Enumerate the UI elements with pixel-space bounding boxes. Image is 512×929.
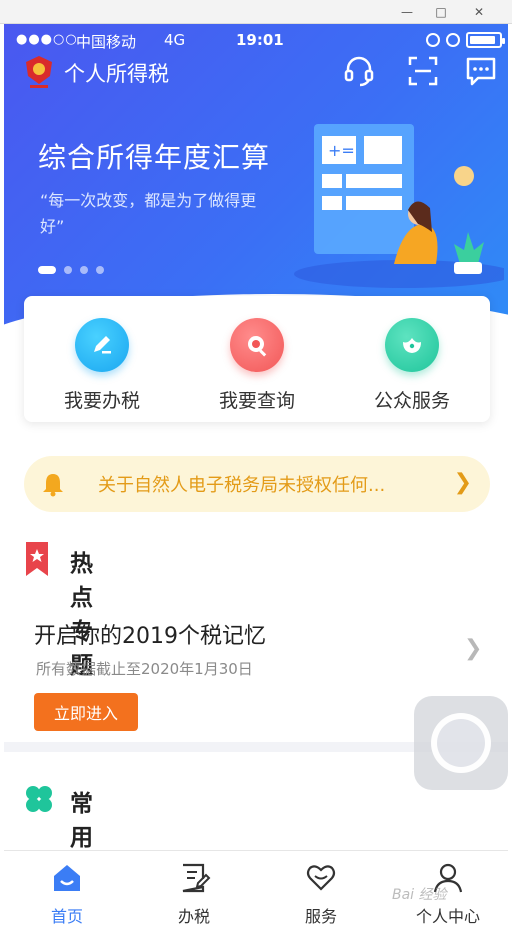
assistive-touch-ring bbox=[431, 713, 491, 773]
chevron-right-icon[interactable]: ❯ bbox=[464, 636, 482, 661]
action-label: 我要查询 bbox=[218, 390, 295, 412]
tab-label: 个人中心 bbox=[415, 907, 480, 926]
carousel-dot[interactable] bbox=[64, 266, 72, 274]
carrier: 中国移动 bbox=[76, 33, 137, 51]
clock: 19:01 bbox=[236, 31, 284, 49]
carousel-dot[interactable] bbox=[38, 266, 56, 274]
message-icon[interactable] bbox=[464, 54, 498, 88]
quick-actions-card: 我要办税 我要查询 公众服务 bbox=[24, 296, 490, 422]
customer-service-icon[interactable] bbox=[342, 54, 376, 88]
assistive-touch-button[interactable] bbox=[414, 696, 508, 790]
battery-fill bbox=[470, 36, 496, 44]
rotation-lock-icon bbox=[426, 33, 440, 47]
service-heart-icon bbox=[306, 865, 336, 891]
bell-icon bbox=[43, 474, 63, 497]
banner-subtitle: “每一次改变，都是为了做得更好” bbox=[40, 191, 257, 236]
maximize-icon[interactable]: □ bbox=[426, 0, 456, 24]
close-icon[interactable]: ✕ bbox=[464, 0, 494, 24]
edit-icon bbox=[75, 318, 129, 372]
home-icon bbox=[54, 865, 80, 891]
ribbon-icon bbox=[26, 542, 48, 576]
status-bar: ●●●○○ 中国移动 4G 19:01 bbox=[14, 30, 505, 52]
tax-form-icon bbox=[182, 863, 211, 893]
carousel-dot[interactable] bbox=[96, 266, 104, 274]
lotus-icon bbox=[385, 318, 439, 372]
scan-icon[interactable] bbox=[406, 54, 440, 88]
watermark: Bai 经验 bbox=[392, 887, 447, 903]
emblem-icon bbox=[26, 56, 52, 88]
battery-icon bbox=[466, 32, 505, 48]
action-public-service[interactable]: 公众服务 bbox=[352, 318, 472, 413]
tab-home[interactable]: 首页 bbox=[22, 861, 112, 927]
tab-label: 办税 bbox=[177, 907, 210, 926]
app-header: 个人所得税 bbox=[20, 54, 500, 90]
action-query[interactable]: 我要查询 bbox=[197, 318, 317, 413]
banner-title[interactable]: 综合所得年度汇算 bbox=[38, 136, 270, 176]
signal-strength: ●●●○○ bbox=[16, 32, 78, 47]
tab-label: 服务 bbox=[304, 907, 337, 926]
tab-service[interactable]: 服务 bbox=[276, 861, 366, 927]
topic-title[interactable]: 开启你的2019个税记忆 bbox=[34, 618, 266, 650]
topic-subtitle: 所有数据截止至2020年1月30日 bbox=[36, 660, 253, 678]
action-label: 我要办税 bbox=[63, 390, 140, 412]
network-type: 4G bbox=[164, 31, 186, 49]
notice-bar[interactable]: 关于自然人电子税务局未授权任何... ❯ bbox=[24, 456, 490, 512]
action-file-tax[interactable]: 我要办税 bbox=[42, 318, 162, 413]
action-label: 公众服务 bbox=[373, 390, 450, 412]
carousel-dot[interactable] bbox=[80, 266, 88, 274]
carousel-indicator bbox=[38, 266, 104, 274]
window-titlebar: — □ ✕ bbox=[0, 0, 512, 24]
tab-tax[interactable]: 办税 bbox=[149, 861, 239, 927]
app-title: 个人所得税 bbox=[64, 62, 169, 86]
minimize-icon[interactable]: — bbox=[392, 0, 422, 24]
svg-text:+=: += bbox=[328, 141, 355, 160]
banner-illustration: += bbox=[294, 124, 504, 288]
clover-icon bbox=[26, 786, 52, 812]
alarm-icon bbox=[446, 33, 460, 47]
enter-button[interactable]: 立即进入 bbox=[34, 693, 138, 731]
tab-label: 首页 bbox=[50, 907, 83, 926]
status-icons bbox=[426, 32, 505, 48]
chevron-right-icon: ❯ bbox=[453, 470, 472, 495]
search-icon bbox=[230, 318, 284, 372]
notice-text: 关于自然人电子税务局未授权任何... bbox=[98, 475, 386, 496]
